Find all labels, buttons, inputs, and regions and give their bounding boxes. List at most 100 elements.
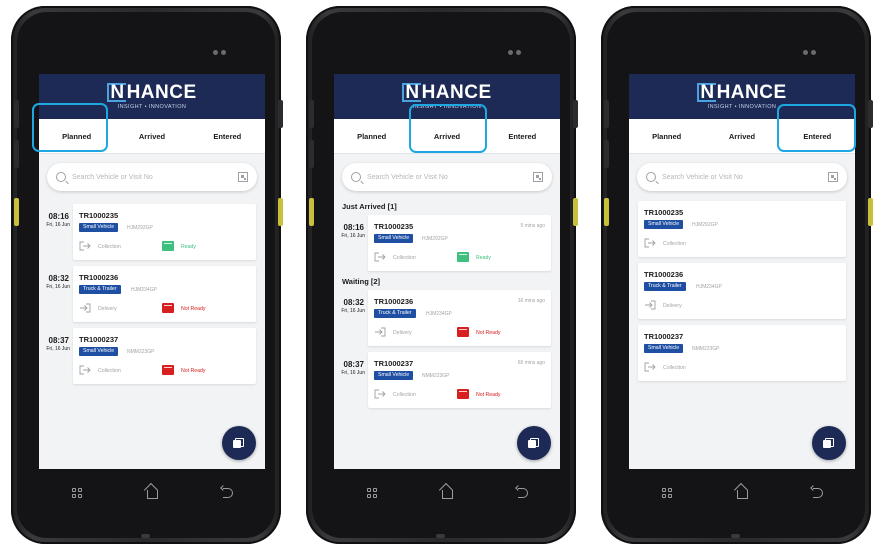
search-placeholder: Search Vehicle or Visit No [72, 173, 153, 181]
list-item[interactable]: 08:37 Fri, 16 Jun TR1000237 Small Vehicl… [39, 324, 265, 386]
tab-entered[interactable]: Entered [485, 132, 560, 141]
status-badge: Not Ready [181, 306, 206, 312]
qr-code-icon[interactable] [828, 172, 838, 182]
status-badge: Not Ready [476, 330, 501, 336]
visit-id: TR1000236 [374, 297, 414, 306]
home-icon[interactable] [736, 490, 748, 499]
back-icon[interactable] [222, 487, 233, 498]
volume-button [604, 140, 609, 168]
entry-arrow-icon [80, 303, 91, 313]
visit-time: 08:16 [48, 212, 69, 221]
scan-button [573, 198, 578, 226]
visit-card[interactable]: TR1000236 Truck & Trailer HJM234GP Deliv… [73, 266, 256, 322]
list-item[interactable]: TR1000237 Small Vehicle NMM223GP Collect… [629, 321, 855, 383]
visit-date: Fri, 16 Jun [341, 370, 365, 376]
scan-button [604, 198, 609, 226]
entry-arrow-icon [79, 241, 91, 251]
back-icon[interactable] [517, 487, 528, 498]
vehicle-plate: NMM223GP [127, 349, 155, 355]
trailer-status-icon [457, 327, 469, 337]
tab-entered[interactable]: Entered [190, 132, 265, 141]
visit-card[interactable]: TR1000236 Truck & Trailer HJM234GP Deliv… [638, 263, 846, 319]
vehicle-type-badge: Truck & Trailer [79, 285, 121, 294]
volume-button [309, 100, 314, 128]
list-item[interactable]: 08:16 Fri, 16 Jun TR1000235 5 mins ago S… [334, 211, 560, 273]
trailer-status-icon [457, 389, 469, 399]
front-camera [803, 50, 816, 55]
status-badge: Not Ready [181, 368, 206, 374]
search-input[interactable]: Search Vehicle or Visit No [637, 163, 847, 191]
section-header-waiting: Waiting [2] [342, 277, 381, 286]
brand-logo: N HANCE [402, 83, 491, 103]
trailer-status-icon [162, 365, 174, 375]
tab-planned[interactable]: Planned [334, 132, 409, 141]
qr-code-icon[interactable] [533, 172, 543, 182]
phone-speaker [731, 534, 740, 538]
add-visit-icon[interactable] [222, 426, 256, 460]
home-icon[interactable] [146, 490, 158, 499]
volume-button [14, 100, 19, 128]
list-item[interactable]: 08:16 Fri, 16 Jun TR1000235 Small Vehicl… [39, 200, 265, 262]
tab-arrived[interactable]: Arrived [704, 132, 779, 141]
visit-card[interactable]: TR1000237 Small Vehicle NMM223GP Collect… [638, 325, 846, 381]
back-icon[interactable] [812, 487, 823, 498]
entry-arrow-icon [375, 327, 386, 337]
list-item[interactable]: 08:37 Fri, 16 Jun TR1000237 65 mins ago … [334, 348, 560, 410]
time-since-arrival: 5 mins ago [520, 223, 545, 229]
add-visit-icon[interactable] [517, 426, 551, 460]
search-placeholder: Search Vehicle or Visit No [367, 173, 448, 181]
visit-id: TR1000236 [644, 270, 684, 279]
entry-arrow-icon [645, 300, 656, 310]
direction-label: Collection [663, 241, 686, 247]
list-item[interactable]: 08:32 Fri, 16 Jun TR1000236 16 mins ago … [334, 286, 560, 348]
vehicle-type-badge: Small Vehicle [374, 371, 414, 380]
list-item[interactable]: TR1000235 Small Vehicle HJM292GP Collect… [629, 197, 855, 259]
visit-card[interactable]: TR1000237 65 mins ago Small Vehicle NMM2… [368, 352, 551, 408]
trailer-status-icon [162, 241, 174, 251]
visit-id: TR1000236 [79, 273, 119, 282]
visit-time: 08:16 [343, 223, 364, 232]
visit-card[interactable]: TR1000237 Small Vehicle NMM223GP Collect… [73, 328, 256, 384]
section-header-just-arrived: Just Arrived [1] [342, 202, 397, 211]
system-nav-bar [629, 486, 855, 499]
power-button [278, 100, 283, 128]
search-input[interactable]: Search Vehicle or Visit No [47, 163, 257, 191]
scan-button [278, 198, 283, 226]
recent-apps-icon[interactable] [366, 487, 377, 498]
status-badge: Not Ready [476, 392, 501, 398]
volume-button [309, 140, 314, 168]
vehicle-plate: HJM234GP [426, 311, 452, 317]
visit-card[interactable]: TR1000236 16 mins ago Truck & Trailer HJ… [368, 290, 551, 346]
direction-label: Delivery [393, 330, 412, 336]
highlight-arrived-tab [409, 104, 487, 153]
list-item[interactable]: TR1000236 Truck & Trailer HJM234GP Deliv… [629, 259, 855, 321]
recent-apps-icon[interactable] [661, 487, 672, 498]
vehicle-plate: NMM223GP [692, 346, 720, 352]
visit-card[interactable]: TR1000235 5 mins ago Small Vehicle HJM29… [368, 215, 551, 271]
visit-id: TR1000237 [644, 332, 684, 341]
tab-planned[interactable]: Planned [629, 132, 704, 141]
brand-tagline: INSIGHT • INNOVATION [707, 104, 777, 110]
search-icon [646, 172, 656, 182]
visit-card[interactable]: TR1000235 Small Vehicle HJM292GP Collect… [638, 201, 846, 257]
home-icon[interactable] [441, 490, 453, 499]
phone-speaker [141, 534, 150, 538]
direction-label: Collection [393, 392, 416, 398]
list-item[interactable]: 08:32 Fri, 16 Jun TR1000236 Truck & Trai… [39, 262, 265, 324]
entry-arrow-icon [374, 389, 386, 399]
add-visit-icon[interactable] [812, 426, 846, 460]
visit-id: TR1000235 [644, 208, 684, 217]
visit-id: TR1000235 [374, 222, 414, 231]
visit-date: Fri, 16 Jun [46, 284, 70, 290]
entry-arrow-icon [79, 365, 91, 375]
phone-entered: N HANCE INSIGHT • INNOVATION Planned Arri… [601, 6, 871, 544]
highlight-entered-tab [777, 104, 856, 152]
vehicle-type-badge: Small Vehicle [374, 234, 414, 243]
recent-apps-icon[interactable] [71, 487, 82, 498]
trailer-status-icon [457, 252, 469, 262]
search-input[interactable]: Search Vehicle or Visit No [342, 163, 552, 191]
scan-button [868, 198, 873, 226]
tab-arrived[interactable]: Arrived [114, 132, 189, 141]
visit-card[interactable]: TR1000235 Small Vehicle HJM292GP Collect… [73, 204, 256, 260]
qr-code-icon[interactable] [238, 172, 248, 182]
